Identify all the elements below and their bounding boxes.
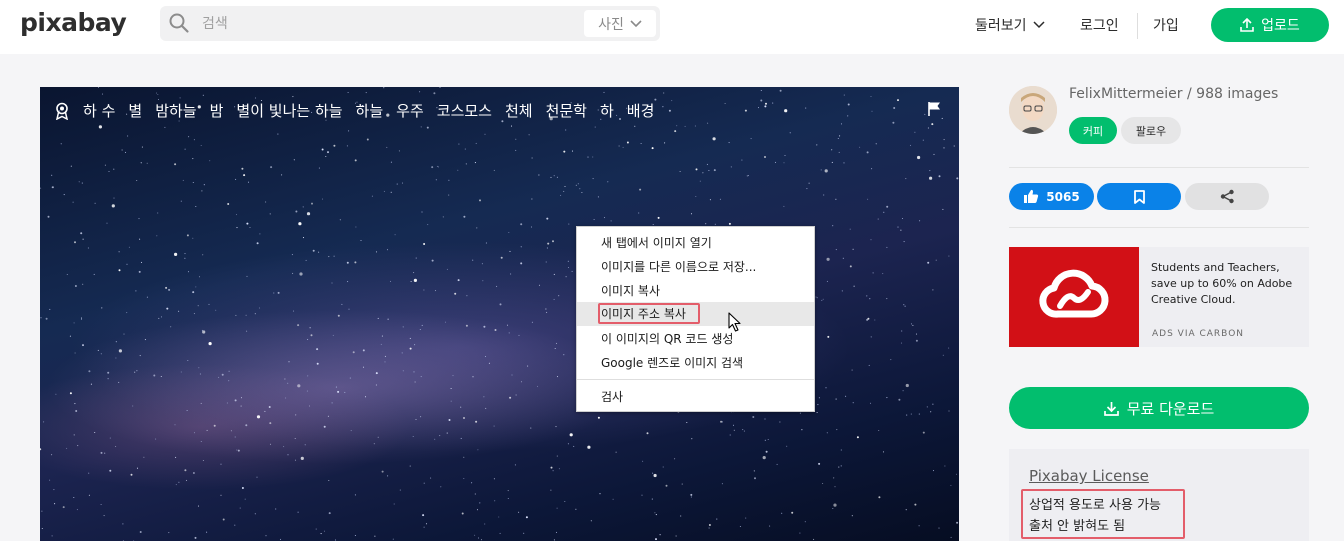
thumbs-up-icon [1024, 189, 1039, 203]
search-bar: 사진 [160, 6, 660, 41]
menu-item-save-image-as[interactable]: 이미지를 다른 이름으로 저장... [577, 255, 814, 279]
tag-link[interactable]: 우주 [396, 100, 424, 121]
divider [1009, 167, 1309, 168]
share-button[interactable] [1185, 183, 1269, 210]
flag-icon[interactable] [927, 101, 942, 116]
free-download-label: 무료 다운로드 [1126, 399, 1215, 418]
tag-link[interactable]: 배경 [627, 100, 655, 121]
context-menu: 새 탭에서 이미지 열기 이미지를 다른 이름으로 저장... 이미지 복사 이… [576, 226, 815, 412]
license-title-link[interactable]: Pixabay License [1029, 467, 1149, 485]
pixabay-logo[interactable]: pixabay [20, 8, 127, 37]
starfield [40, 87, 959, 541]
nav-login[interactable]: 로그인 [1080, 15, 1119, 35]
main-photo[interactable]: 하 수 별 밤하늘 밤 별이 빛나는 하늘 하늘 우주 코스모스 천체 천문학 하 배경 [40, 87, 959, 541]
tag-link[interactable]: 코스모스 [437, 100, 492, 121]
nav-explore[interactable]: 둘러보기 [975, 15, 1045, 35]
search-input[interactable] [200, 12, 564, 36]
award-icon [55, 102, 69, 120]
menu-item-open-new-tab[interactable]: 새 탭에서 이미지 열기 [577, 231, 814, 255]
tag-link[interactable]: 밤 [210, 100, 224, 121]
search-icon[interactable] [168, 12, 190, 34]
divider [1009, 227, 1309, 228]
search-type-select[interactable]: 사진 [584, 10, 656, 37]
tag-list: 하 수 별 밤하늘 밤 별이 빛나는 하늘 하늘 우주 코스모스 천체 천문학 하 배경 [54, 100, 654, 121]
search-type-label: 사진 [598, 16, 624, 33]
menu-item-qr-code[interactable]: 이 이미지의 QR 코드 생성 [577, 327, 814, 351]
nav-explore-label: 둘러보기 [975, 18, 1027, 34]
tag-link[interactable]: 하 [600, 100, 614, 121]
ad-via-label[interactable]: ADS VIA CARBON [1152, 329, 1244, 339]
follow-button[interactable]: 팔로우 [1121, 117, 1181, 144]
avatar-image [1009, 86, 1057, 134]
license-box: Pixabay License 상업적 용도로 사용 가능 출처 안 밝혀도 됨 [1009, 449, 1309, 541]
tag-link[interactable]: 별 [128, 100, 142, 121]
nav-divider [1137, 13, 1138, 39]
like-count: 5065 [1046, 189, 1080, 204]
menu-item-copy-image-address[interactable]: 이미지 주소 복사 [577, 302, 814, 326]
download-icon [1103, 401, 1119, 416]
upload-label: 업로드 [1261, 18, 1300, 34]
ad-text: Students and Teachers, save up to 60% on… [1151, 261, 1293, 306]
chevron-down-icon [1033, 21, 1045, 29]
license-line-commercial: 상업적 용도로 사용 가능 [1029, 498, 1161, 513]
coffee-button[interactable]: 커피 [1069, 117, 1117, 144]
tag-link[interactable]: 천문학 [546, 100, 587, 121]
creative-cloud-icon [1039, 269, 1109, 318]
highlight-box [598, 303, 700, 324]
author-name[interactable]: FelixMittermeier / 988 images [1069, 86, 1278, 102]
adobe-creative-cloud-logo [1009, 247, 1139, 347]
menu-item-copy-image[interactable]: 이미지 복사 [577, 279, 814, 303]
free-download-button[interactable]: 무료 다운로드 [1009, 387, 1309, 429]
chevron-down-icon [630, 19, 642, 27]
menu-item-inspect[interactable]: 검사 [577, 385, 814, 409]
top-header: pixabay 사진 둘러보기 로그인 가입 업로드 [0, 0, 1344, 54]
tag-link[interactable]: 밤하늘 [155, 100, 196, 121]
tag-link[interactable]: 천체 [505, 100, 533, 121]
author-avatar[interactable] [1009, 86, 1057, 134]
license-line-attribution: 출처 안 밝혀도 됨 [1029, 519, 1126, 534]
mouse-cursor-icon [728, 312, 741, 332]
upload-button[interactable]: 업로드 [1211, 8, 1329, 42]
bookmark-button[interactable] [1097, 183, 1181, 210]
tag-link[interactable]: 별이 빛나는 하늘 [236, 100, 342, 121]
tag-link[interactable]: 하 수 [83, 100, 115, 121]
tag-link[interactable]: 하늘 [356, 100, 384, 121]
like-button[interactable]: 5065 [1009, 183, 1094, 210]
upload-icon [1240, 18, 1254, 32]
nav-join[interactable]: 가입 [1153, 15, 1179, 35]
share-icon [1220, 189, 1234, 204]
ad-banner[interactable]: Students and Teachers, save up to 60% on… [1009, 247, 1309, 347]
menu-separator [577, 379, 814, 380]
menu-item-google-lens[interactable]: Google 렌즈로 이미지 검색 [577, 351, 814, 375]
bookmark-icon [1133, 189, 1145, 204]
